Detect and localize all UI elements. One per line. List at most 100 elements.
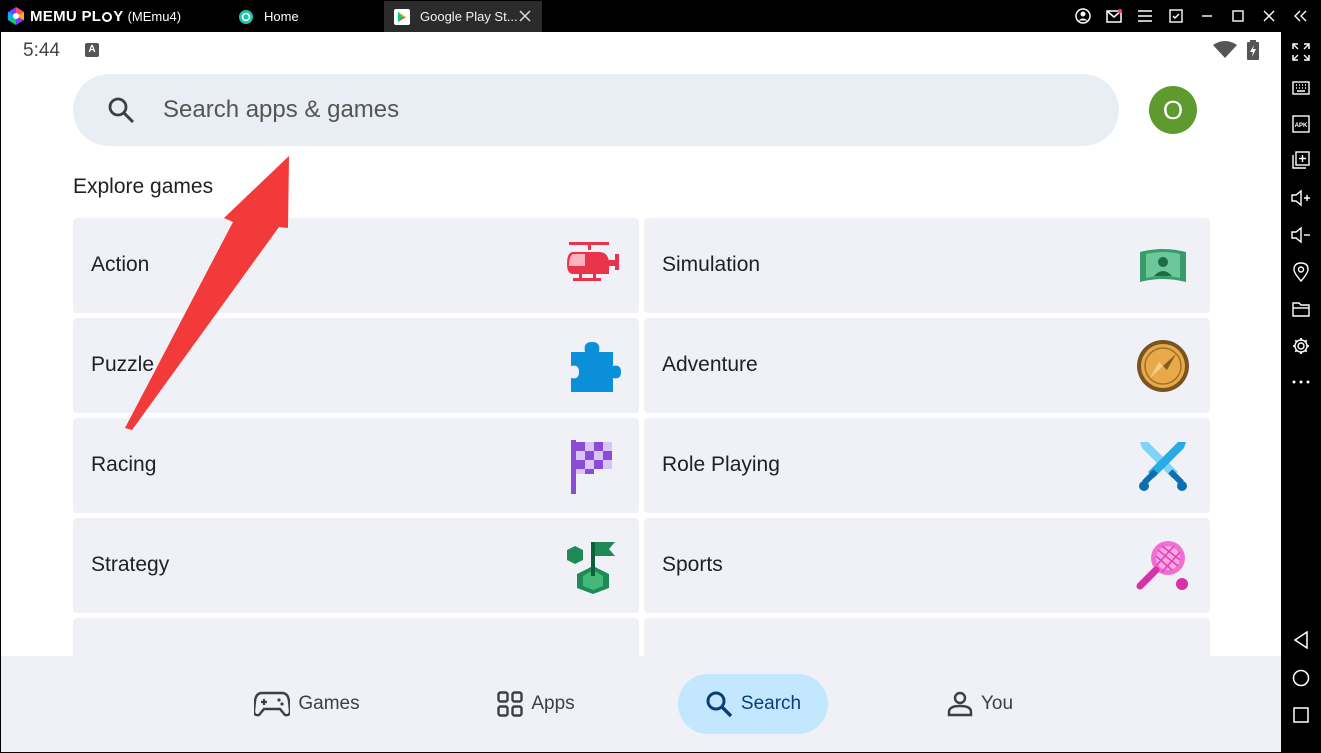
account-button[interactable]: [1067, 6, 1098, 26]
category-puzzle[interactable]: Puzzle: [73, 318, 639, 413]
brand: MEMU PL Y (MEmu4): [6, 5, 181, 27]
compass-icon: [1137, 340, 1189, 392]
folder-icon: [1292, 302, 1310, 317]
category-label: Simulation: [662, 253, 761, 276]
category-adventure[interactable]: Adventure: [644, 318, 1210, 413]
wifi-icon: [1213, 41, 1237, 58]
nav-search[interactable]: Search: [678, 674, 828, 734]
brand-name: MEMU PL Y: [30, 7, 124, 25]
apk-button[interactable]: APK: [1289, 112, 1313, 136]
mail-button[interactable]: [1098, 6, 1129, 26]
nav-label: You: [980, 693, 1014, 714]
back-button[interactable]: [1289, 628, 1313, 652]
keyboard-icon: [1292, 81, 1310, 95]
search-bar[interactable]: Search apps & games: [73, 74, 1119, 146]
strategy-flag-icon: [567, 542, 615, 594]
minimize-button[interactable]: [1191, 6, 1222, 26]
search-icon: [108, 97, 135, 124]
notification-badge: A: [85, 43, 99, 57]
nav-you[interactable]: You: [935, 674, 1025, 734]
double-chevron-left-icon: [1293, 10, 1306, 22]
section-title: Explore games: [73, 175, 214, 198]
volume-down-button[interactable]: [1289, 223, 1313, 247]
emulator-toolbar: APK: [1281, 32, 1321, 753]
play-store-icon: [394, 8, 410, 25]
category-sports[interactable]: Sports: [644, 518, 1210, 613]
tab-google-play[interactable]: Google Play St...: [384, 1, 542, 32]
vr-user-icon: [1140, 249, 1186, 282]
volume-up-button[interactable]: [1289, 186, 1313, 210]
fullscreen-button[interactable]: [1289, 40, 1313, 64]
account-circle-icon: [1074, 8, 1091, 24]
category-label: Puzzle: [91, 353, 155, 376]
hamburger-icon: [1137, 10, 1152, 22]
category-strategy[interactable]: Strategy: [73, 518, 639, 613]
puzzle-piece-icon: [571, 342, 621, 392]
multi-window-button[interactable]: [1289, 148, 1313, 172]
svg-text:APK: APK: [1295, 123, 1308, 129]
fullscreen-icon: [1292, 43, 1310, 61]
location-pin-icon: [1293, 262, 1309, 282]
nav-apps[interactable]: Apps: [481, 674, 591, 734]
crossed-swords-icon: [1139, 442, 1187, 491]
apps-grid-icon: [497, 691, 524, 717]
volume-down-icon: [1291, 226, 1310, 244]
tennis-racket-icon: [1136, 541, 1188, 590]
gear-icon: [1293, 338, 1309, 354]
screen-icon: [1168, 9, 1183, 23]
category-label: Sports: [662, 553, 723, 576]
more-dots-icon: [1292, 380, 1310, 384]
screen-button[interactable]: [1160, 6, 1191, 26]
close-tab-icon[interactable]: [518, 9, 532, 23]
more-button[interactable]: [1289, 370, 1313, 394]
back-triangle-icon: [1293, 631, 1308, 649]
category-label: Action: [91, 253, 150, 276]
checkered-flag-icon: [571, 440, 612, 494]
keyboard-button[interactable]: [1289, 76, 1313, 100]
folder-button[interactable]: [1289, 297, 1313, 321]
window-controls: [1067, 6, 1315, 26]
android-screen: 5:44 A Search apps & games O Explore gam…: [1, 32, 1281, 752]
home-circle-icon: [1292, 669, 1310, 687]
category-action[interactable]: Action: [73, 218, 639, 313]
tab-label: Google Play St...: [420, 9, 518, 24]
tab-home[interactable]: Home: [228, 1, 383, 32]
nav-label: Apps: [531, 693, 575, 714]
instance-name: (MEmu4): [127, 8, 182, 24]
category-label: Racing: [91, 453, 157, 476]
maximize-button[interactable]: [1222, 6, 1253, 26]
close-icon: [1263, 10, 1274, 22]
memu-logo-icon: [8, 7, 24, 25]
category-label: Strategy: [91, 553, 170, 576]
add-window-icon: [1292, 151, 1310, 169]
category-racing[interactable]: Racing: [73, 418, 639, 513]
search-icon: [706, 691, 733, 718]
category-role-playing[interactable]: Role Playing: [644, 418, 1210, 513]
close-button[interactable]: [1253, 6, 1284, 26]
nav-games[interactable]: Games: [245, 674, 369, 734]
person-icon: [947, 691, 973, 717]
title-bar: MEMU PL Y (MEmu4) Home Google Play St...: [0, 0, 1321, 32]
apk-icon: APK: [1292, 115, 1310, 133]
category-label: Role Playing: [662, 453, 780, 476]
location-button[interactable]: [1289, 260, 1313, 284]
recents-button[interactable]: [1289, 703, 1313, 727]
recents-square-icon: [1293, 707, 1309, 723]
account-avatar[interactable]: O: [1149, 86, 1197, 134]
home-button[interactable]: [1289, 666, 1313, 690]
status-time: 5:44: [23, 40, 60, 61]
maximize-icon: [1231, 10, 1244, 22]
collapse-sidebar-button[interactable]: [1284, 6, 1315, 26]
category-label: Adventure: [662, 353, 758, 376]
mail-icon: [1105, 9, 1122, 23]
menu-button[interactable]: [1129, 6, 1160, 26]
volume-up-icon: [1291, 189, 1310, 207]
helicopter-icon: [567, 242, 619, 281]
category-simulation[interactable]: Simulation: [644, 218, 1210, 313]
gamepad-icon: [254, 691, 291, 717]
status-bar: 5:44 A: [1, 32, 1281, 68]
bottom-navigation: Games Apps Search You: [1, 656, 1281, 752]
settings-button[interactable]: [1289, 334, 1313, 358]
nav-label: Search: [740, 693, 802, 714]
search-placeholder: Search apps & games: [163, 96, 400, 123]
